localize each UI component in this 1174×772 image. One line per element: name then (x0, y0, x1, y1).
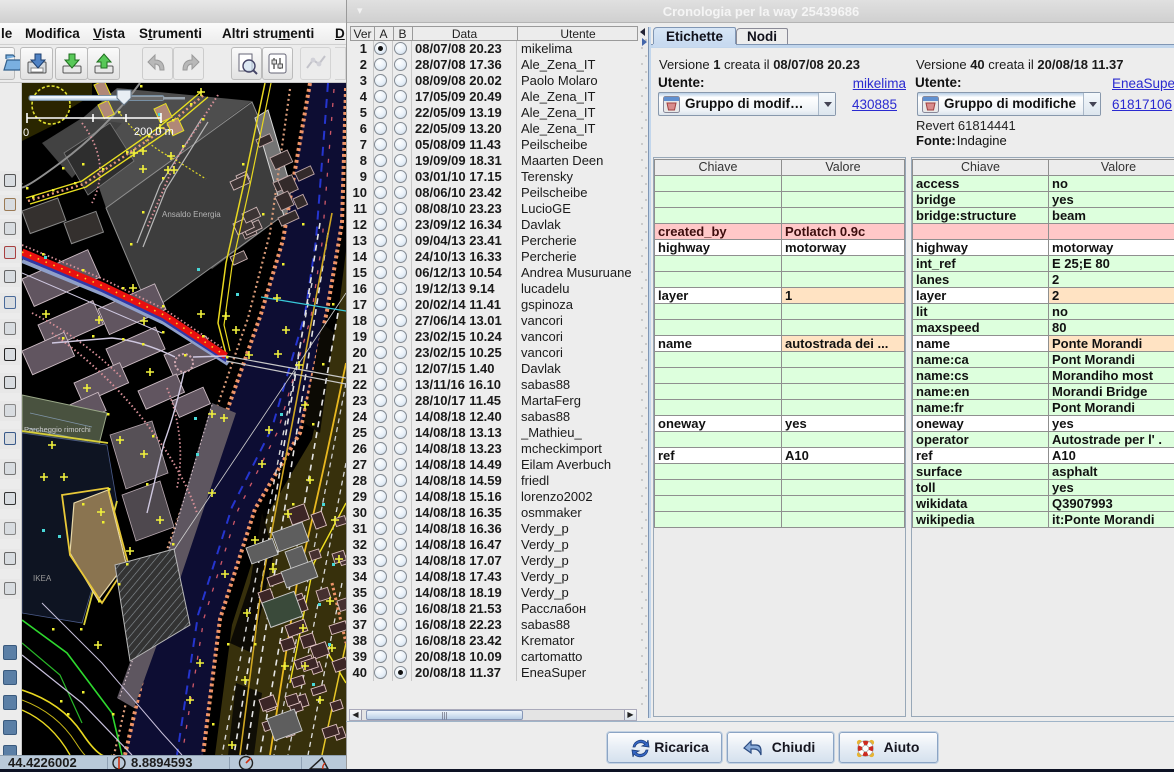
svg-text:IKEA: IKEA (33, 574, 52, 583)
svg-text:0: 0 (23, 127, 29, 139)
svg-text:200.0 m: 200.0 m (134, 126, 174, 138)
svg-text:Ansaldo Energia: Ansaldo Energia (162, 210, 221, 219)
